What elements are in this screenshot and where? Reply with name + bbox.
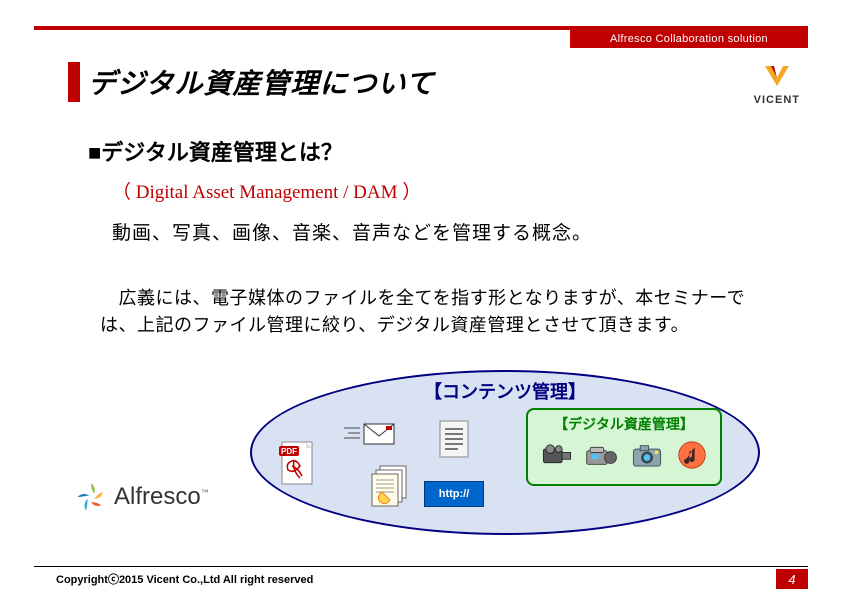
dam-box-label: 【デジタル資産管理】 bbox=[528, 414, 720, 434]
title-area: デジタル資産管理について bbox=[68, 62, 435, 102]
slide-title: デジタル資産管理について bbox=[88, 62, 435, 102]
doc-stack-icon bbox=[370, 464, 414, 508]
envelope-motion-icon bbox=[342, 418, 398, 448]
body-text-1: 動画、写真、画像、音楽、音声などを管理する概念。 bbox=[112, 218, 782, 245]
subtitle-dam: （ Digital Asset Management / DAM ） bbox=[112, 177, 782, 204]
alfresco-text: Alfresco™ bbox=[114, 483, 209, 511]
page-number: 4 bbox=[776, 569, 808, 589]
vicent-v-icon bbox=[763, 64, 791, 88]
camcorder-icon bbox=[540, 440, 574, 470]
camcorder2-icon bbox=[585, 440, 619, 470]
content-management-diagram: 【コンテンツ管理】 PDF bbox=[250, 370, 760, 540]
http-box: http:// bbox=[424, 481, 484, 507]
outer-icons-group: PDF bbox=[278, 418, 484, 508]
svg-text:PDF: PDF bbox=[281, 447, 297, 456]
dam-icons-row bbox=[528, 440, 720, 470]
alfresco-swirl-icon bbox=[74, 480, 108, 514]
vicent-text: VICENT bbox=[754, 94, 800, 106]
alfresco-logo: Alfresco™ bbox=[74, 480, 209, 514]
copyright-text: Copyrightⓒ2015 Vicent Co.,Ltd All right … bbox=[56, 571, 313, 587]
outer-ellipse-label: 【コンテンツ管理】 bbox=[250, 378, 760, 404]
vicent-logo: VICENT bbox=[754, 64, 800, 106]
content-block: ■デジタル資産管理とは？ （ Digital Asset Management … bbox=[88, 135, 782, 339]
camera-icon bbox=[630, 440, 664, 470]
title-red-bar bbox=[68, 62, 80, 102]
heading-1: ■デジタル資産管理とは？ bbox=[88, 135, 782, 167]
text-doc-icon bbox=[438, 419, 470, 459]
footer-line bbox=[34, 566, 808, 567]
dam-box: 【デジタル資産管理】 bbox=[526, 408, 722, 486]
music-icon bbox=[675, 440, 709, 470]
pdf-icon: PDF bbox=[278, 440, 316, 486]
header-solution-bar: Alfresco Collaboration solution bbox=[570, 30, 808, 48]
body-text-2: 広義には、電子媒体のファイルを全てを指す形となりますが、本セミナーでは、上記のフ… bbox=[100, 285, 782, 339]
